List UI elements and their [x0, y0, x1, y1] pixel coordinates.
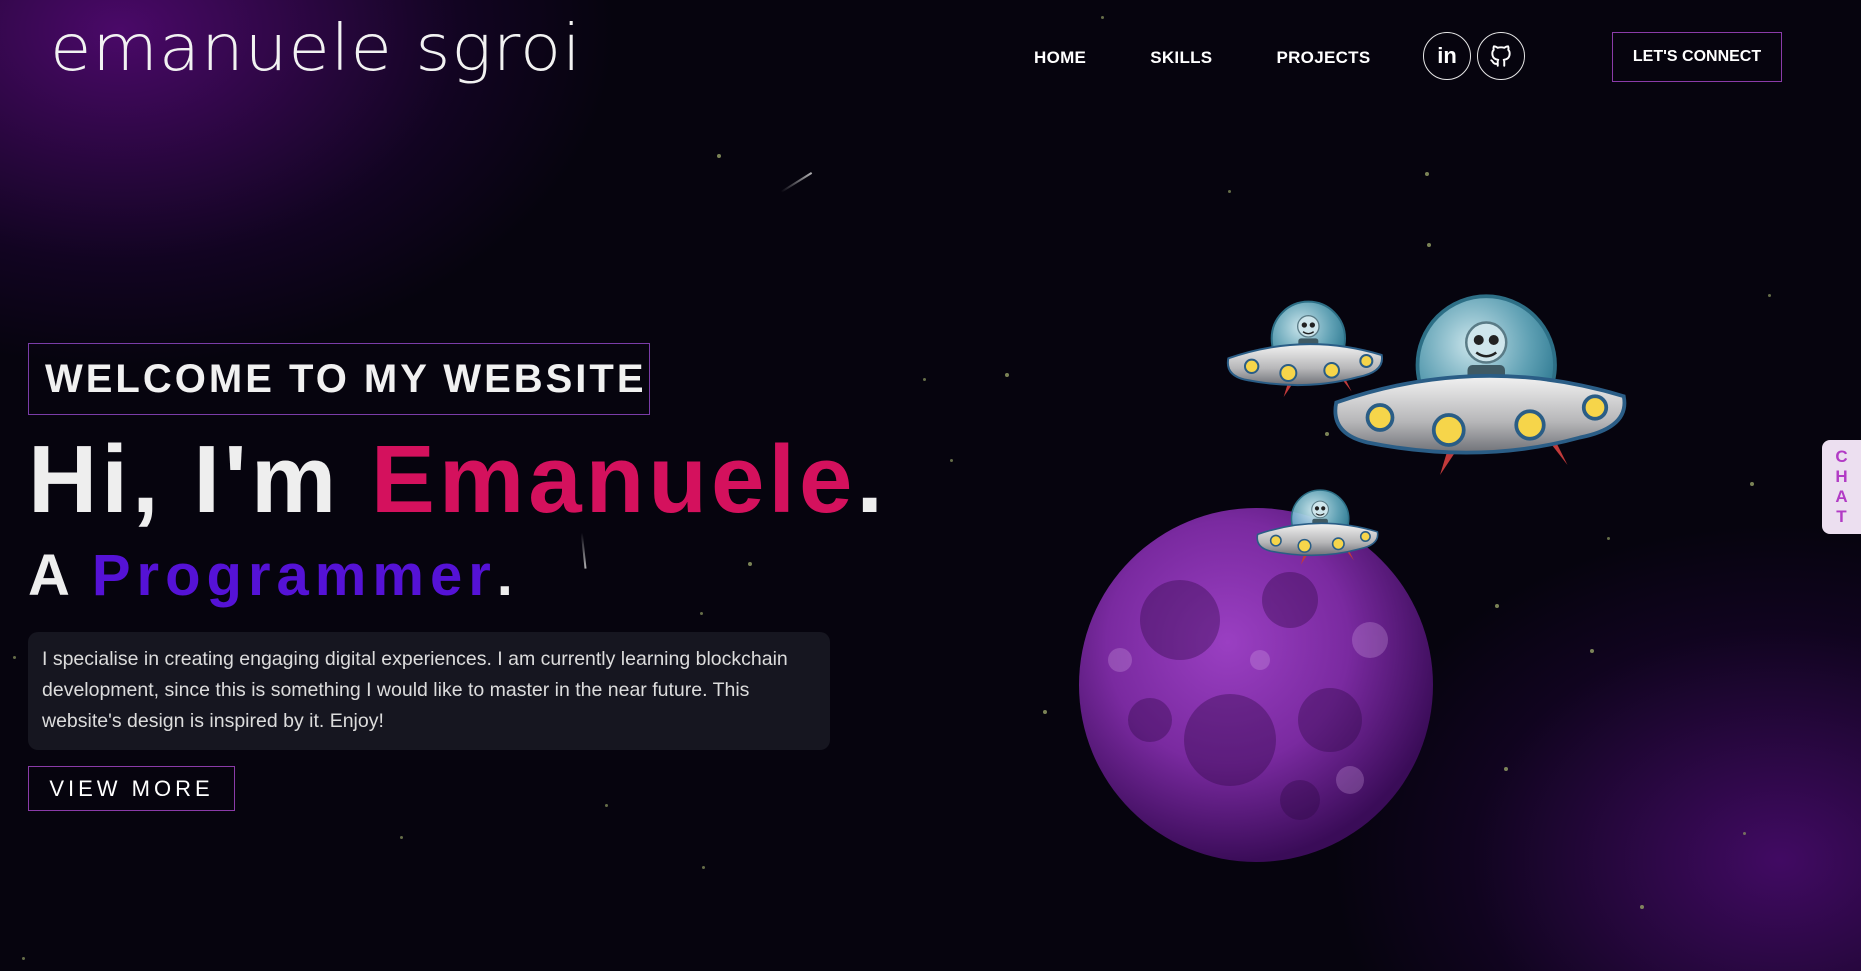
ufo-small — [1226, 300, 1384, 399]
moon — [1079, 508, 1433, 862]
ufo-large — [1333, 294, 1627, 477]
space-illustration — [1079, 294, 1627, 862]
chat-tab[interactable]: C H A T — [1822, 440, 1861, 534]
chat-letter: A — [1835, 487, 1848, 506]
chat-letter: H — [1835, 467, 1848, 486]
chat-letter: C — [1835, 447, 1848, 466]
chat-letter: T — [1836, 507, 1847, 526]
